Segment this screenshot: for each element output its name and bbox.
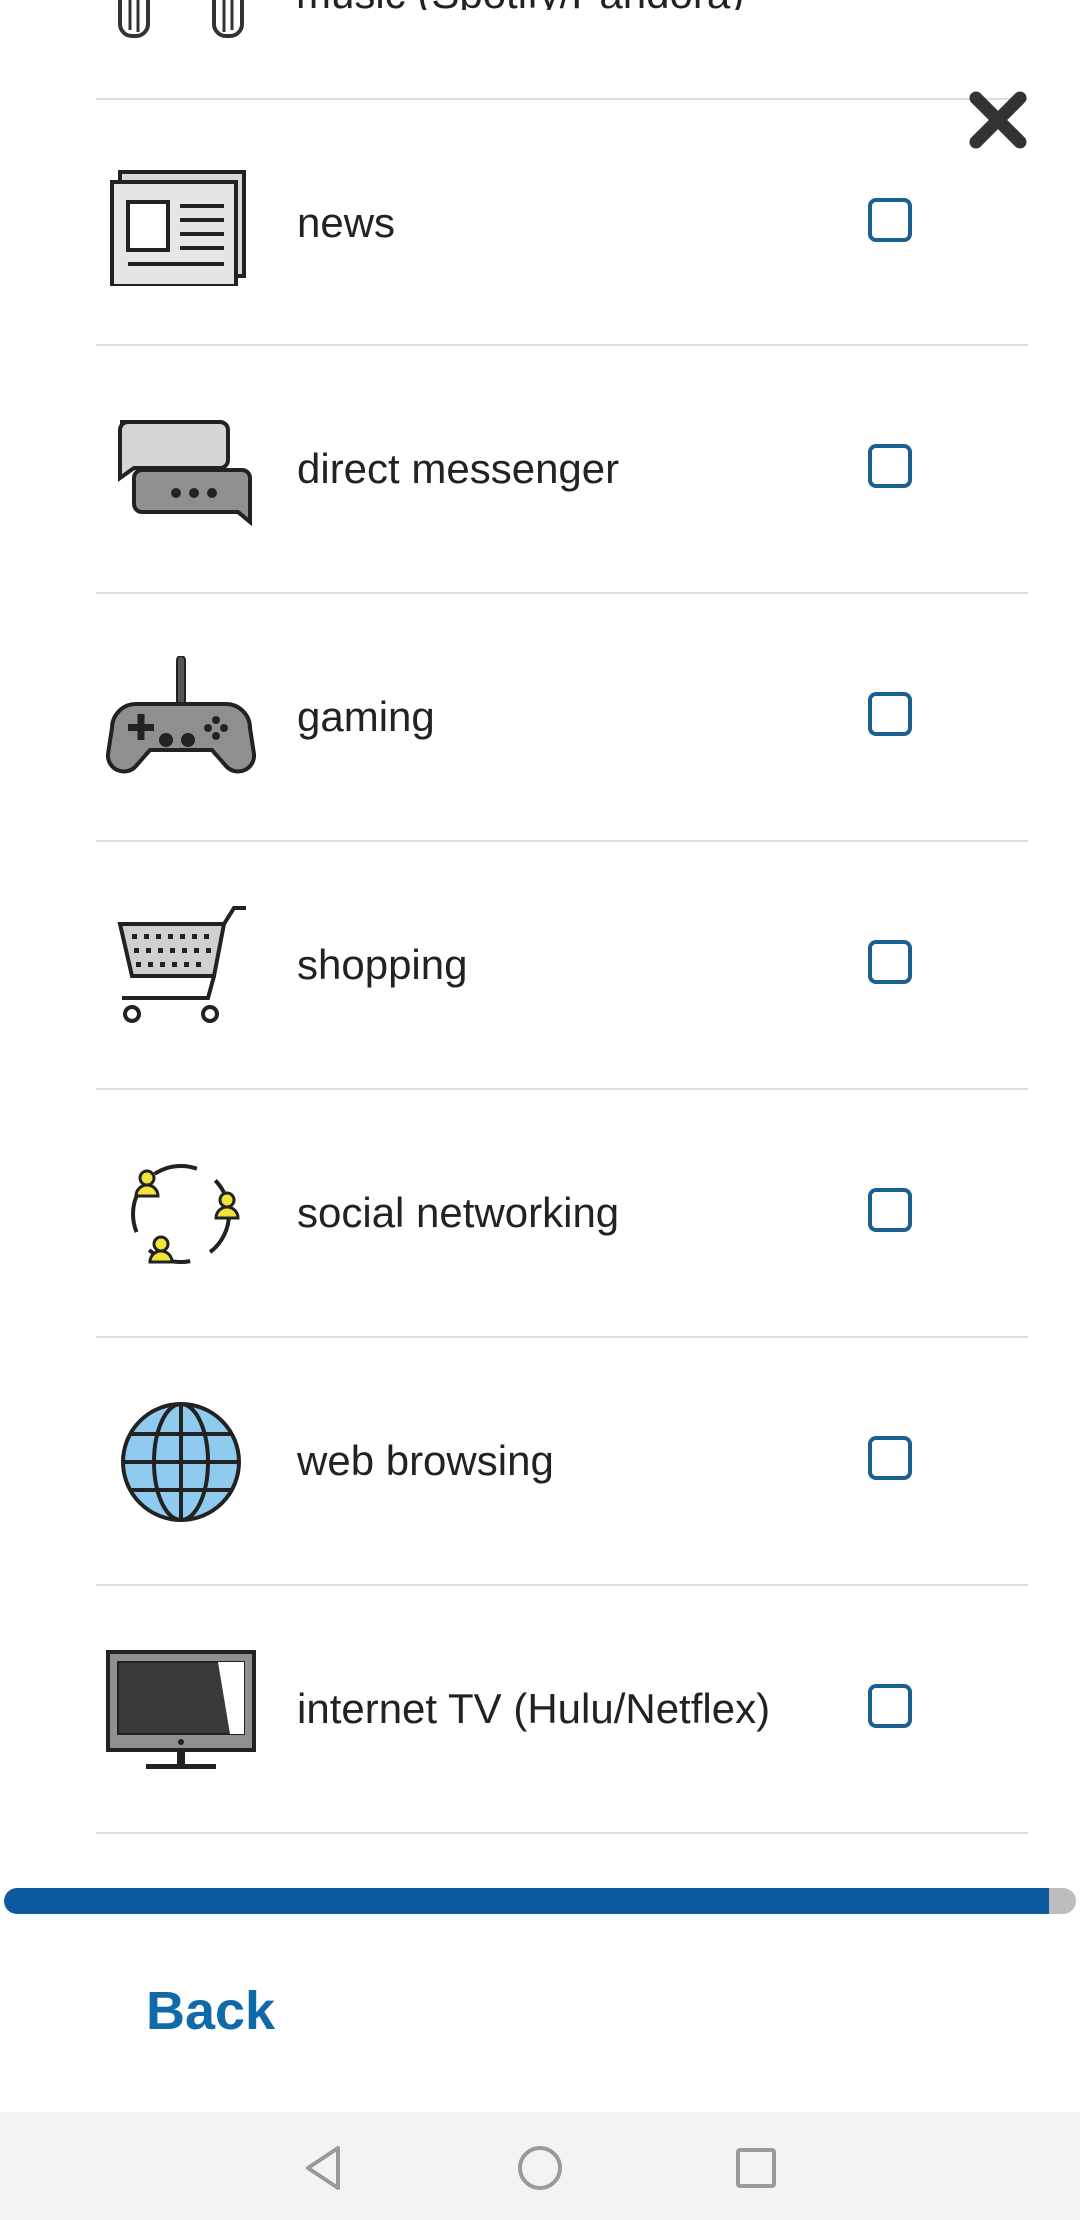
list-item-gaming[interactable]: gaming	[96, 594, 1028, 840]
divider	[96, 1832, 1028, 1834]
list-item-news[interactable]: news	[96, 100, 1028, 346]
list-item-label: internet TV (Hulu/Netflex)	[297, 1685, 771, 1732]
progress-bar	[4, 1888, 1076, 1914]
list-item-label: web browsing	[297, 1437, 554, 1484]
gamepad-icon	[105, 655, 257, 780]
list-item-label: social networking	[297, 1189, 620, 1236]
social-network-icon	[106, 1152, 256, 1276]
survey-screen: music (Spotify/Pandora) news	[0, 0, 1080, 2220]
list-item-social-networking[interactable]: social networking	[96, 1090, 1028, 1336]
checkbox-shopping[interactable]	[868, 940, 912, 984]
checkbox-web-browsing[interactable]	[868, 1436, 912, 1480]
chat-bubbles-icon	[106, 408, 256, 532]
list-item-shopping[interactable]: shopping	[96, 842, 1028, 1088]
list-item-internet-tv[interactable]: internet TV (Hulu/Netflex)	[96, 1586, 1028, 1832]
checkbox-news[interactable]	[868, 198, 912, 242]
headphones-icon	[116, 0, 246, 42]
back-button[interactable]: Back	[146, 1980, 275, 2042]
list-item-label: news	[297, 199, 396, 246]
list-item-label: gaming	[297, 693, 435, 740]
list-item-direct-messenger[interactable]: direct messenger	[96, 346, 1028, 592]
nav-home-icon[interactable]	[510, 2138, 570, 2198]
checkbox-internet-tv[interactable]	[868, 1684, 912, 1728]
nav-back-icon[interactable]	[294, 2138, 354, 2198]
progress-fill	[4, 1888, 1050, 1914]
checkbox-gaming[interactable]	[868, 692, 912, 736]
list-item-label: shopping	[297, 941, 468, 988]
partial-item-label: music (Spotify/Pandora)	[296, 0, 896, 10]
system-navigation-bar	[0, 2112, 1080, 2220]
checkbox-direct-messenger[interactable]	[868, 444, 912, 488]
list-item-web-browsing[interactable]: web browsing	[96, 1338, 1028, 1584]
checkbox-social-networking[interactable]	[868, 1188, 912, 1232]
list-item-label: direct messenger	[297, 445, 620, 492]
nav-recents-icon[interactable]	[726, 2138, 786, 2198]
tv-icon	[106, 1648, 256, 1772]
shopping-cart-icon	[106, 904, 256, 1028]
globe-icon	[106, 1400, 256, 1524]
newspaper-icon	[106, 162, 256, 288]
